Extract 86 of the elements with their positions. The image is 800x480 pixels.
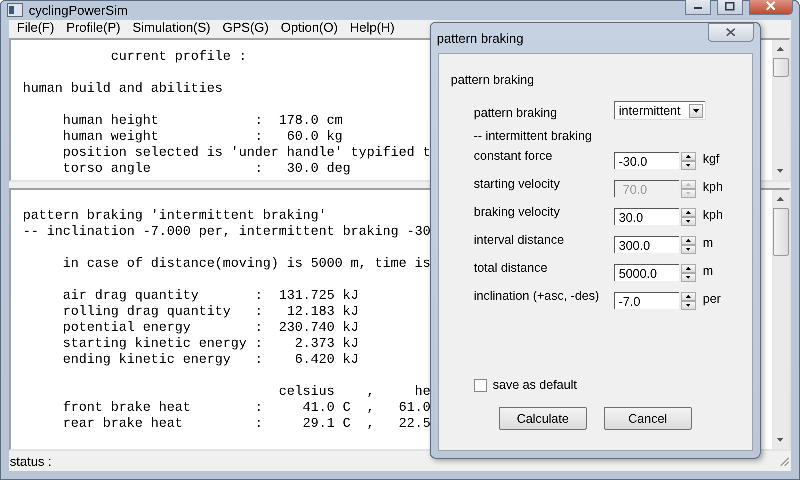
down-arrow-icon — [686, 276, 691, 279]
field-label: total distance — [474, 260, 549, 275]
text-line: potential energy : 230.740 kJ — [62, 321, 359, 337]
maximize-icon — [725, 2, 735, 11]
text-line: starting kinetic energy : 2.373 kJ — [62, 337, 359, 353]
text-line: in case of distance(moving) is 5000 m, time is — [62, 257, 431, 273]
dropdown-arrow-icon — [692, 108, 700, 112]
down-arrow-icon — [686, 192, 691, 195]
dialog-title: pattern braking — [437, 30, 524, 46]
field-label: pattern braking — [474, 105, 558, 120]
input-field[interactable]: 5000.0 — [614, 264, 680, 282]
scrollbar[interactable] — [772, 190, 789, 449]
maximize-button[interactable] — [717, 0, 743, 16]
up-arrow-icon — [686, 183, 691, 186]
checkbox[interactable] — [474, 378, 487, 392]
text-line: rear brake heat : 29.1 C , 22.5 — [62, 417, 431, 433]
up-arrow-icon — [686, 155, 691, 158]
scroll-thumb[interactable] — [772, 58, 788, 77]
down-arrow-icon — [686, 304, 691, 307]
text-line: front brake heat : 41.0 C , 61.0 — [62, 401, 431, 417]
spinner[interactable] — [681, 236, 696, 254]
text-line: position selected is 'under handle' typified t — [62, 146, 431, 162]
input-field[interactable]: 300.0 — [614, 236, 680, 254]
field-label: starting velocity — [474, 176, 562, 191]
close-icon — [726, 28, 736, 37]
text-line: air drag quantity : 131.725 kJ — [62, 289, 359, 305]
input-field[interactable]: -30.0 — [614, 152, 680, 170]
unit-label: m — [703, 236, 714, 250]
scroll-up-icon[interactable] — [777, 197, 784, 201]
section-note: -- intermittent braking — [474, 128, 594, 143]
dialog-button[interactable]: Cancel — [604, 407, 692, 430]
text-line: rolling drag quantity : 12.183 kJ — [62, 305, 359, 321]
scrollbar[interactable] — [772, 40, 789, 180]
unit-label: kph — [703, 180, 724, 194]
menu-item[interactable]: Profile(P) — [60, 20, 127, 36]
text-line: current profile : — [110, 50, 247, 66]
text-line: pattern braking 'intermittent braking' — [23, 209, 327, 225]
text-line: human weight : 60.0 kg — [62, 130, 343, 146]
unit-label: kgf — [703, 152, 720, 166]
up-arrow-icon — [686, 211, 691, 214]
close-button[interactable] — [749, 0, 793, 16]
scroll-up-icon[interactable] — [777, 47, 784, 51]
text-line: human height : 178.0 cm — [62, 114, 343, 130]
input-field[interactable]: 30.0 — [614, 208, 680, 226]
down-arrow-icon — [686, 220, 691, 223]
up-arrow-icon — [686, 295, 691, 298]
dialog-button[interactable]: Calculate — [499, 407, 587, 430]
field-label: interval distance — [474, 232, 566, 247]
scroll-down-icon[interactable] — [777, 169, 784, 173]
spinner[interactable] — [681, 152, 696, 170]
field-label: braking velocity — [474, 204, 562, 219]
text-line: -- inclination -7.000 per, intermittent braking -30 — [23, 225, 431, 241]
close-button[interactable] — [708, 23, 754, 42]
unit-label: kph — [703, 208, 724, 222]
down-arrow-icon — [686, 248, 691, 251]
text-line: torso angle : 30.0 deg — [62, 162, 351, 178]
scroll-thumb[interactable] — [772, 208, 788, 256]
minimize-button[interactable] — [685, 0, 711, 16]
unit-label: per — [703, 292, 722, 306]
text-line: celsius , he — [278, 385, 431, 401]
unit-label: m — [703, 264, 714, 278]
scroll-down-icon[interactable] — [777, 438, 784, 442]
up-arrow-icon — [686, 239, 691, 242]
group-label: pattern braking — [451, 73, 536, 87]
menu-item[interactable]: Help(H) — [344, 20, 401, 36]
up-arrow-icon — [686, 267, 691, 270]
text-line: human build and abilities — [23, 82, 223, 98]
menu-item[interactable]: File(F) — [11, 20, 61, 36]
dropdown[interactable]: intermittent — [614, 101, 706, 120]
spinner[interactable] — [681, 292, 696, 310]
resize-grip-icon — [778, 455, 790, 467]
menu-item[interactable]: GPS(G) — [216, 20, 275, 36]
close-icon — [766, 1, 776, 12]
app-icon — [7, 3, 23, 18]
window-title: cyclingPowerSim — [29, 2, 128, 18]
spinner[interactable] — [681, 264, 696, 282]
field-label: inclination (+asc, -des) — [474, 288, 600, 303]
checkbox-label: save as default — [493, 378, 578, 392]
field-label: constant force — [474, 148, 554, 163]
text-line: ending kinetic energy : 6.420 kJ — [62, 353, 359, 369]
spinner[interactable] — [681, 208, 696, 226]
down-arrow-icon — [686, 164, 691, 167]
input-field[interactable]: -7.0 — [614, 292, 680, 310]
status-text: status : — [10, 454, 52, 468]
menu-item[interactable]: Option(O) — [275, 20, 344, 36]
menu-item[interactable]: Simulation(S) — [126, 20, 217, 36]
